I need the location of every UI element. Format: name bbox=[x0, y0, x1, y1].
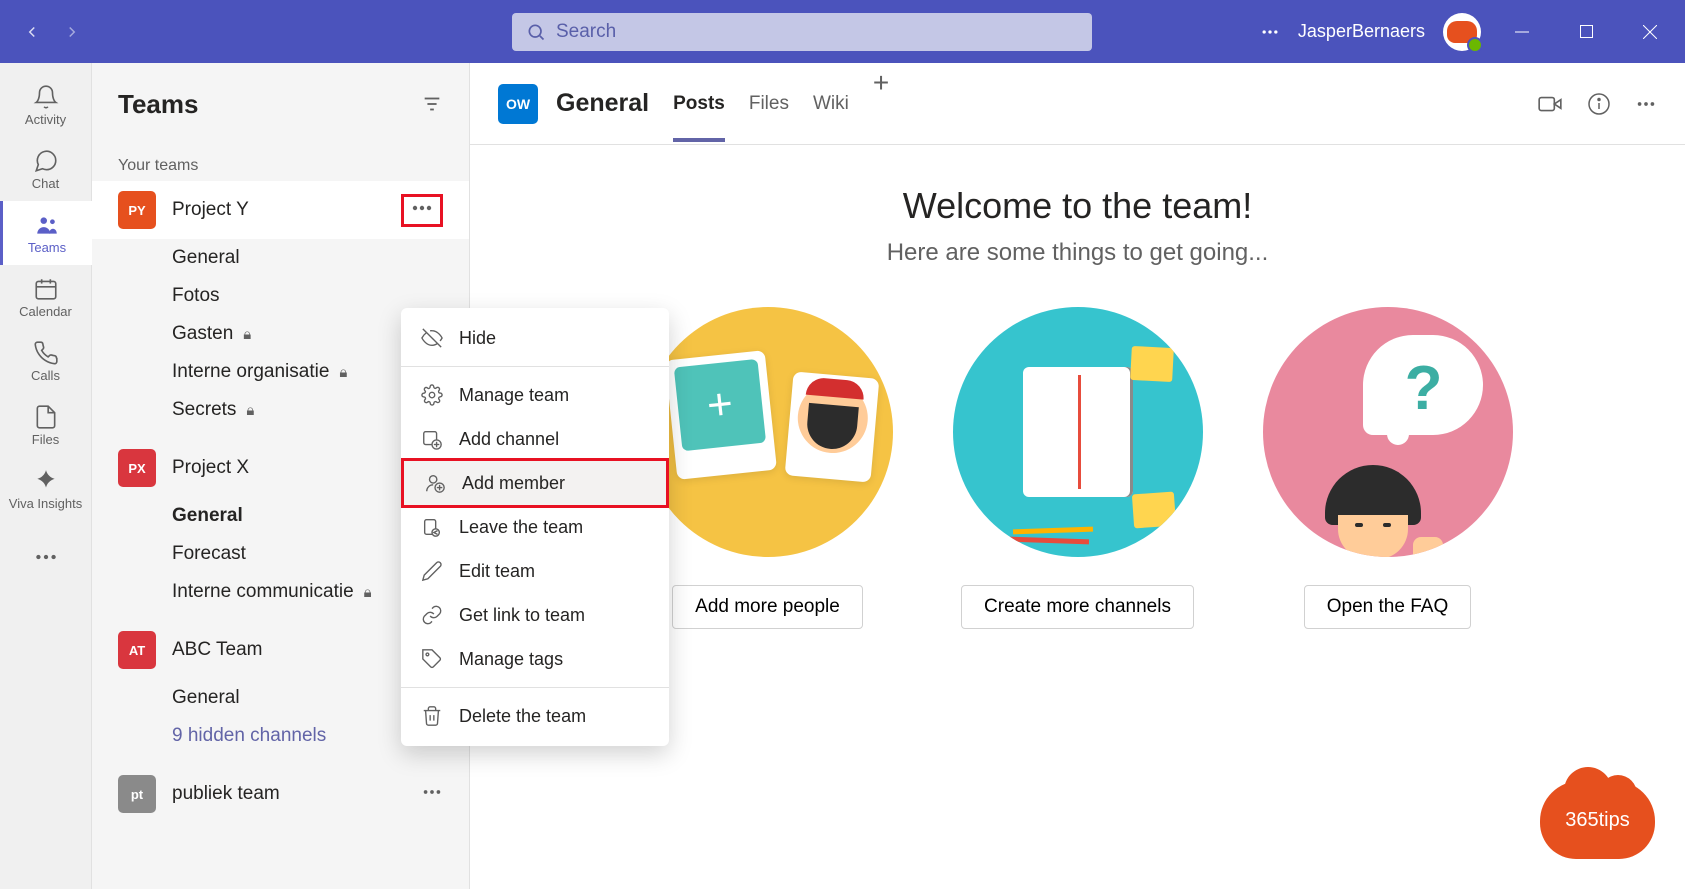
lock-icon: 🔒︎ bbox=[246, 402, 254, 419]
menu-add-channel[interactable]: Add channel bbox=[401, 417, 669, 461]
welcome-subtitle: Here are some things to get going... bbox=[510, 239, 1645, 267]
lock-icon: 🔒︎ bbox=[364, 584, 372, 601]
team-project-y[interactable]: PY Project Y bbox=[92, 181, 469, 239]
open-faq-illustration: ? bbox=[1263, 307, 1513, 557]
rail-activity[interactable]: Activity bbox=[0, 73, 92, 137]
channel-title: General bbox=[556, 89, 649, 118]
username: JasperBernaers bbox=[1298, 21, 1425, 42]
trash-icon bbox=[421, 705, 443, 727]
add-people-button[interactable]: Add more people bbox=[672, 585, 863, 629]
menu-manage-tags[interactable]: Manage tags bbox=[401, 637, 669, 681]
team-avatar: PY bbox=[118, 191, 156, 229]
app-rail: Activity Chat Teams Calendar Calls Files… bbox=[0, 63, 92, 889]
hide-icon bbox=[421, 327, 443, 349]
rail-more[interactable] bbox=[0, 525, 92, 589]
menu-edit-team[interactable]: Edit team bbox=[401, 549, 669, 593]
team-context-menu: Hide Manage team Add channel Add member … bbox=[401, 308, 669, 746]
tab-posts[interactable]: Posts bbox=[673, 67, 725, 141]
team-more-button[interactable] bbox=[421, 783, 443, 806]
rail-chat[interactable]: Chat bbox=[0, 137, 92, 201]
search-icon bbox=[526, 22, 546, 42]
team-avatar: AT bbox=[118, 631, 156, 669]
channel-general[interactable]: General bbox=[92, 239, 469, 277]
menu-add-member[interactable]: Add member bbox=[401, 458, 669, 508]
tab-files[interactable]: Files bbox=[749, 67, 789, 141]
rail-files[interactable]: Files bbox=[0, 393, 92, 457]
menu-leave-team[interactable]: Leave the team bbox=[401, 505, 669, 549]
more-icon[interactable] bbox=[1635, 93, 1657, 115]
maximize-button[interactable] bbox=[1563, 12, 1609, 52]
menu-hide[interactable]: Hide bbox=[401, 316, 669, 360]
menu-manage-team[interactable]: Manage team bbox=[401, 373, 669, 417]
edit-icon bbox=[421, 560, 443, 582]
add-tab-button[interactable]: + bbox=[873, 67, 889, 141]
title-bar: JasperBernaers bbox=[0, 0, 1685, 63]
rail-viva-insights[interactable]: Viva Insights bbox=[0, 457, 92, 521]
link-icon bbox=[421, 604, 443, 626]
card-create-channels: Create more channels bbox=[953, 307, 1203, 629]
close-button[interactable] bbox=[1627, 12, 1673, 52]
panel-title: Teams bbox=[118, 89, 198, 120]
lock-icon: 🔒︎ bbox=[243, 326, 251, 343]
rail-teams[interactable]: Teams bbox=[0, 201, 92, 265]
section-label: Your teams bbox=[92, 145, 469, 181]
tag-icon bbox=[421, 648, 443, 670]
more-icon[interactable] bbox=[1260, 22, 1280, 42]
card-open-faq: ? Open the FAQ bbox=[1263, 307, 1513, 629]
gear-icon bbox=[421, 384, 443, 406]
365tips-logo: 365tips bbox=[1540, 781, 1655, 859]
card-add-people: + Add more people bbox=[643, 307, 893, 629]
lock-icon: 🔒︎ bbox=[339, 364, 347, 381]
back-button[interactable] bbox=[12, 12, 52, 52]
team-avatar: pt bbox=[118, 775, 156, 813]
filter-icon[interactable] bbox=[421, 93, 443, 115]
team-avatar: PX bbox=[118, 449, 156, 487]
rail-calendar[interactable]: Calendar bbox=[0, 265, 92, 329]
add-people-illustration: + bbox=[643, 307, 893, 557]
add-channel-icon bbox=[421, 428, 443, 450]
team-badge: OW bbox=[498, 84, 538, 124]
avatar[interactable] bbox=[1443, 13, 1481, 51]
team-more-button[interactable] bbox=[401, 194, 443, 227]
welcome-title: Welcome to the team! bbox=[510, 185, 1645, 227]
presence-indicator bbox=[1467, 37, 1483, 53]
menu-delete-team[interactable]: Delete the team bbox=[401, 694, 669, 738]
tab-wiki[interactable]: Wiki bbox=[813, 67, 849, 141]
info-icon[interactable] bbox=[1587, 92, 1611, 116]
menu-get-link[interactable]: Get link to team bbox=[401, 593, 669, 637]
open-faq-button[interactable]: Open the FAQ bbox=[1304, 585, 1471, 629]
forward-button[interactable] bbox=[52, 12, 92, 52]
channel-header: OW General Posts Files Wiki + bbox=[470, 63, 1685, 145]
search-input[interactable] bbox=[556, 21, 1078, 43]
leave-icon bbox=[421, 516, 443, 538]
meet-icon[interactable] bbox=[1537, 91, 1563, 117]
create-channels-button[interactable]: Create more channels bbox=[961, 585, 1194, 629]
minimize-button[interactable] bbox=[1499, 12, 1545, 52]
add-member-icon bbox=[424, 472, 446, 494]
rail-calls[interactable]: Calls bbox=[0, 329, 92, 393]
team-publiek[interactable]: pt publiek team bbox=[92, 765, 469, 823]
search-box[interactable] bbox=[512, 13, 1092, 51]
create-channels-illustration bbox=[953, 307, 1203, 557]
